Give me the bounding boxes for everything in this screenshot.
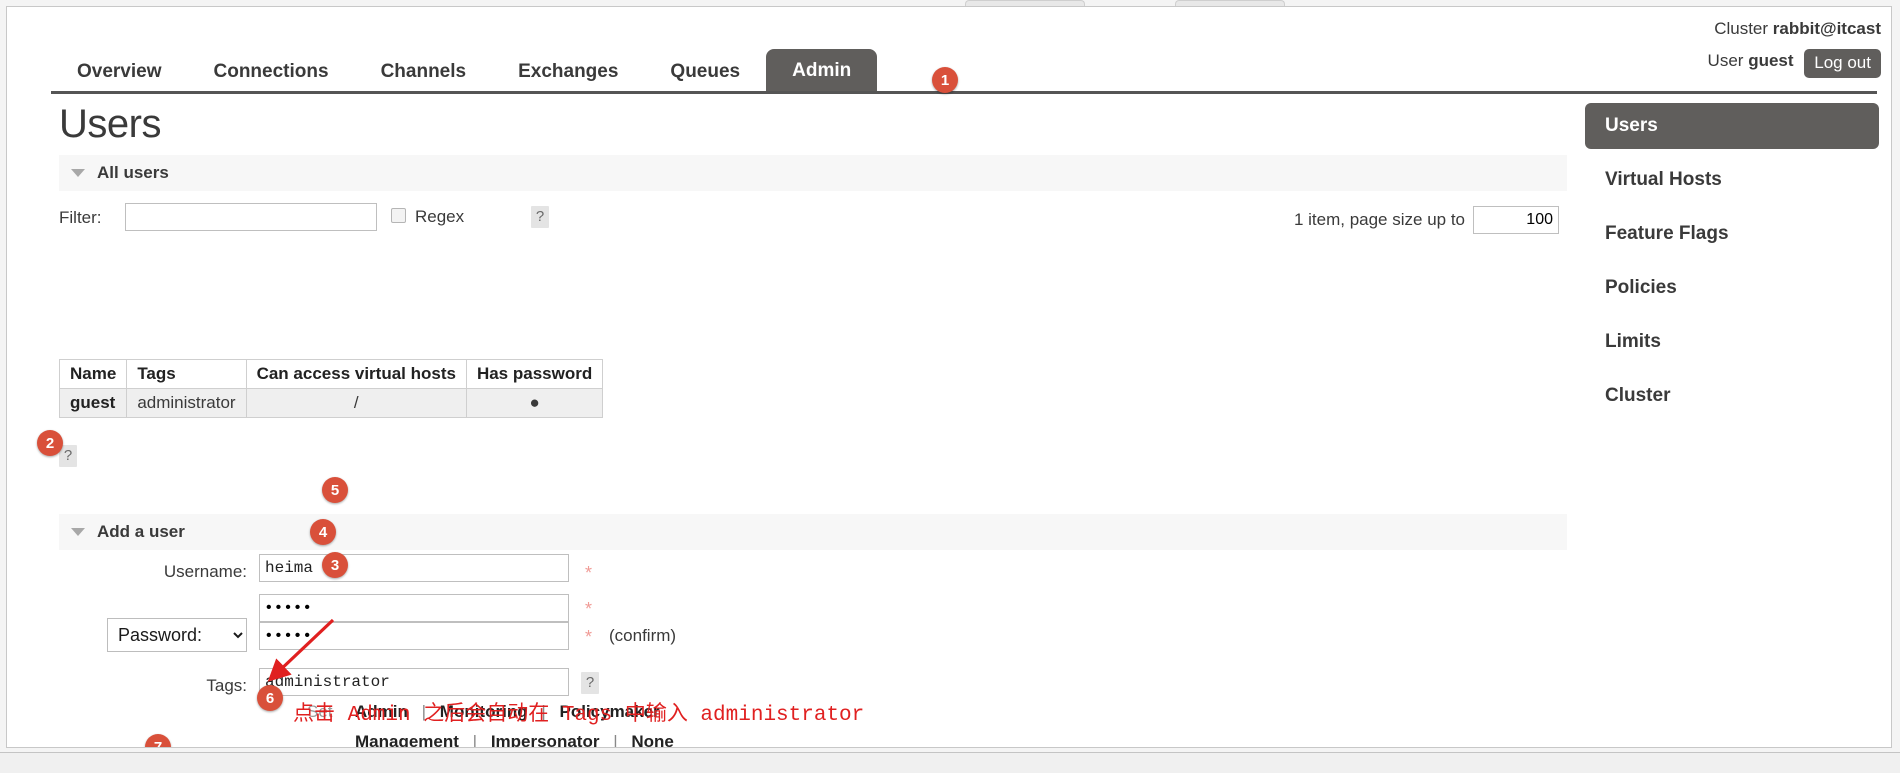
tab-exchanges[interactable]: Exchanges <box>492 62 644 91</box>
column-header-name[interactable]: Name <box>58 359 128 389</box>
password-confirm-label: (confirm) <box>609 626 677 645</box>
add-user-section-title: Add a user <box>97 522 185 541</box>
page-size-input[interactable] <box>1473 206 1559 234</box>
cluster-label: Cluster <box>1714 19 1769 38</box>
username-input[interactable] <box>259 554 569 582</box>
password-type-select[interactable]: Password: Password hash: <box>107 618 247 652</box>
password-required-mark: * <box>585 599 593 619</box>
sidebar-item-cluster[interactable]: Cluster <box>1585 373 1879 419</box>
column-header-vhosts[interactable]: Can access virtual hosts <box>245 359 467 389</box>
cluster-info: Cluster rabbit@itcast <box>1708 15 1881 42</box>
filter-label: Filter: <box>59 208 102 227</box>
annotation-badge-6: 6 <box>257 685 283 711</box>
tag-preset-none[interactable]: None <box>631 732 674 747</box>
page-title: Users <box>59 102 161 146</box>
cell-user-name[interactable]: guest <box>58 388 128 418</box>
tags-label: Tags: <box>206 676 247 695</box>
annotation-badge-4: 4 <box>310 519 336 545</box>
sidebar-item-virtual-hosts[interactable]: Virtual Hosts <box>1585 157 1879 203</box>
cluster-name: rabbit@itcast <box>1772 19 1881 38</box>
cell-user-has-password: ● <box>465 388 604 418</box>
rabbitmq-management-page: Cluster rabbit@itcast User guest Log out… <box>6 6 1892 748</box>
screenshot-root: Cluster rabbit@itcast User guest Log out… <box>0 0 1900 773</box>
cell-user-vhosts: / <box>245 388 467 418</box>
filter-row: Filter: Regex ? 1 item, page size up to <box>59 203 1567 237</box>
annotation-badge-3: 3 <box>322 552 348 578</box>
nav-underline <box>51 91 1877 94</box>
nav-tab-list: Overview Connections Channels Exchanges … <box>51 49 878 91</box>
annotation-badge-1: 1 <box>932 67 958 93</box>
filter-input[interactable] <box>125 203 377 231</box>
window-bottom-strip <box>0 752 1900 773</box>
add-user-section-header[interactable]: Add a user <box>59 514 1567 550</box>
all-users-section-title: All users <box>97 163 169 182</box>
tag-separator: | <box>472 732 478 748</box>
tag-preset-management[interactable]: Management <box>355 732 459 747</box>
password-confirm-required-mark: * <box>585 627 593 647</box>
sidebar-item-limits[interactable]: Limits <box>1585 319 1879 365</box>
tag-separator: | <box>613 732 618 748</box>
sidebar-item-policies[interactable]: Policies <box>1585 265 1879 311</box>
regex-help-icon[interactable]: ? <box>531 206 549 228</box>
sidebar-item-feature-flags[interactable]: Feature Flags <box>1585 211 1879 257</box>
tab-connections[interactable]: Connections <box>188 62 355 91</box>
tag-preset-impersonator[interactable]: Impersonator <box>491 732 600 747</box>
username-required-mark: * <box>585 563 593 583</box>
username-label: Username: <box>163 562 247 581</box>
tab-admin[interactable]: Admin <box>766 49 878 91</box>
users-table: Name Tags Can access virtual hosts Has p… <box>58 359 604 418</box>
annotation-badge-2: 2 <box>37 430 63 456</box>
page-size-control: 1 item, page size up to <box>1294 206 1559 234</box>
tags-help-icon[interactable]: ? <box>581 672 599 694</box>
username-row: Username: * <box>59 554 1567 592</box>
column-header-has-password[interactable]: Has password <box>465 359 604 389</box>
table-row[interactable]: guest administrator / ● <box>58 388 604 418</box>
triangle-down-icon[interactable] <box>71 169 85 177</box>
cell-user-tags: administrator <box>126 388 247 418</box>
all-users-section-header[interactable]: All users <box>59 155 1567 191</box>
regex-label: Regex <box>415 207 465 226</box>
triangle-down-icon-add-user[interactable] <box>71 528 85 536</box>
tab-channels[interactable]: Channels <box>355 62 493 91</box>
tab-overview[interactable]: Overview <box>51 62 188 91</box>
admin-sidebar: Users Virtual Hosts Feature Flags Polici… <box>1585 103 1879 427</box>
tab-queues[interactable]: Queues <box>644 62 766 91</box>
page-size-text: 1 item, page size up to <box>1293 210 1465 229</box>
table-header-row: Name Tags Can access virtual hosts Has p… <box>58 359 604 389</box>
annotation-note-text: 点击 Admin 之后会自动在 Tags 中输入 administrator <box>293 704 865 727</box>
tag-presets-row-2: Management | Impersonator | None <box>59 732 1567 748</box>
column-header-tags[interactable]: Tags <box>126 359 247 389</box>
annotation-badge-5: 5 <box>322 477 348 503</box>
sidebar-item-users[interactable]: Users <box>1585 103 1879 149</box>
regex-checkbox[interactable] <box>391 208 406 223</box>
